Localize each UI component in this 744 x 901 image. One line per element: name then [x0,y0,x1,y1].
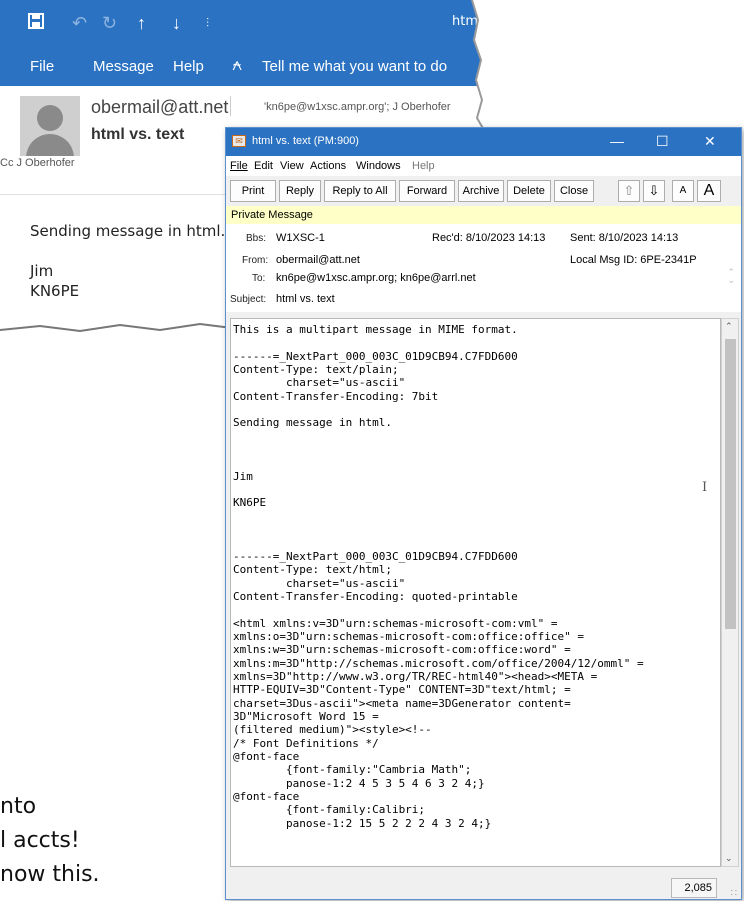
bbs-label: Bbs: [246,233,267,244]
message-text-line: ------=_NextPart_000_003C_01D9CB94.C7FDD… [233,549,518,563]
menu-edit[interactable]: Edit [254,160,273,172]
message-text-line: HTTP-EQUIV=3D"Content-Type" CONTENT=3D"t… [233,683,571,697]
message-text-line [233,430,720,443]
caption-line: l accts! [0,828,80,853]
close-button[interactable]: Close [554,180,594,202]
caption-line: nto [0,794,37,819]
message-text-line: charset="us-ascii" [233,576,406,590]
vertical-scrollbar[interactable]: ⌃ ⌄ [721,318,739,867]
menu-windows[interactable]: Windows [356,160,401,172]
message-text-line: Content-Type: text/plain; [233,363,399,377]
scrollbar-thumb[interactable] [725,339,736,629]
message-text-line: @font-face [233,750,300,763]
toolbar: Print Reply Reply to All Forward Archive… [226,176,741,206]
message-text-line: Content-Type: text/html; [233,563,392,577]
increase-font-button[interactable]: A [697,180,721,202]
message-text-line [233,336,720,349]
message-text-line: Sending message in html. [233,416,392,430]
from-label: From: [242,255,269,266]
text-cursor-icon: I [702,480,708,495]
private-message-banner: Private Message [226,206,741,224]
message-text-line: xmlns=3D"http://www.w3.org/TR/REC-html40… [233,669,598,683]
message-text-line: charset="us-ascii" [233,376,406,390]
message-text-line: @font-face [233,790,300,804]
decrease-font-button[interactable]: A [672,180,694,202]
sent-date: Sent: 8/10/2023 14:13 [570,232,679,244]
print-button[interactable]: Print [230,180,276,202]
message-text-line: 3D"Microsoft Word 15 = [233,709,379,723]
delete-button[interactable]: Delete [507,180,551,202]
to-value[interactable]: kn6pe@w1xsc.ampr.org; kn6pe@arrl.net [276,272,476,284]
to-label: To: [252,273,266,284]
message-text-line [233,443,720,456]
message-text-line [233,523,720,536]
message-text-line [233,603,720,616]
forward-button[interactable]: Forward [399,180,455,202]
maximize-icon[interactable]: ☐ [656,132,669,150]
reply-all-button[interactable]: Reply to All [324,180,396,202]
next-message-icon[interactable]: ⇩ [643,180,665,202]
message-text-line: xmlns:o=3D"urn:schemas-microsoft-com:off… [233,629,584,643]
window-title: html vs. text (PM:900) [252,135,359,147]
message-text-line: Content-Transfer-Encoding: 7bit [233,389,439,403]
bbs-value: W1XSC-1 [276,232,325,244]
message-text-line [233,510,720,523]
pm-titlebar[interactable]: ✉ html vs. text (PM:900) — ☐ ✕ [226,128,741,156]
message-text-line [233,483,720,496]
message-text-line [233,456,720,469]
scroll-up-icon[interactable]: ⌃ [725,321,733,332]
message-text-line [233,403,720,416]
subject-value: html vs. text [276,293,335,305]
message-text-line: panose-1:2 4 5 3 5 4 6 3 2 4;} [233,776,485,790]
archive-button[interactable]: Archive [458,180,504,202]
message-text-line: ------=_NextPart_000_003C_01D9CB94.C7FDD… [233,349,518,363]
message-text-line [233,537,720,550]
message-text-line: charset=3Dus-ascii"><meta name=3DGenerat… [233,696,571,710]
menu-view[interactable]: View [280,160,304,172]
caption-line: now this. [0,862,100,887]
message-text-line: panose-1:2 15 5 2 2 2 4 3 2 4;} [233,816,492,830]
menu-actions[interactable]: Actions [310,160,346,172]
status-bar: 2,085 ∷ [226,869,741,899]
received-date: Rec'd: 8/10/2023 14:13 [432,232,546,244]
subject-label: Subject: [230,294,267,305]
menu-help[interactable]: Help [412,160,435,172]
app-icon: ✉ [232,135,246,147]
message-text-line: This is a multipart message in MIME form… [233,323,518,336]
from-value[interactable]: obermail@att.net [276,254,360,266]
message-text-line: {font-family:Calibri; [233,803,426,817]
menu-file[interactable]: File [230,160,248,172]
header-scroll-icon[interactable]: ⌃ ⌄ [727,268,735,285]
local-msg-id: Local Msg ID: 6PE-2341P [570,254,697,266]
resize-grip-icon[interactable]: ∷ [731,888,737,899]
menu-bar: File Edit View Actions Windows Help [226,156,741,176]
close-icon[interactable]: ✕ [704,132,716,150]
minimize-icon[interactable]: — [610,132,624,150]
message-text-area[interactable]: This is a multipart message in MIME form… [230,318,721,867]
previous-message-icon[interactable]: ⇧ [618,180,640,202]
message-text-line: xmlns:m=3D"http://schemas.microsoft.com/… [233,656,644,670]
message-text-line: <html xmlns:v=3D"urn:schemas-microsoft-c… [233,616,558,630]
caption-text: nto l accts! now this. [0,790,100,892]
message-header-fields: Bbs: W1XSC-1 Rec'd: 8/10/2023 14:13 Sent… [226,224,741,312]
message-text-line: KN6PE [233,496,267,510]
message-text-line: (filtered medium)"><style><!-- [233,723,432,737]
message-text: This is a multipart message in MIME form… [231,319,720,830]
pm-message-window: ✉ html vs. text (PM:900) — ☐ ✕ File Edit… [225,127,742,900]
reply-button[interactable]: Reply [279,180,321,202]
message-text-line: /* Font Definitions */ [233,736,379,750]
character-count: 2,085 [671,878,717,898]
message-text-line: xmlns:w=3D"urn:schemas-microsoft-com:off… [233,643,571,657]
message-text-line: {font-family:"Cambria Math"; [233,763,472,777]
message-text-line: Jim [233,469,253,483]
scroll-down-icon[interactable]: ⌄ [725,853,733,864]
message-text-line: Content-Transfer-Encoding: quoted-printa… [233,589,518,603]
